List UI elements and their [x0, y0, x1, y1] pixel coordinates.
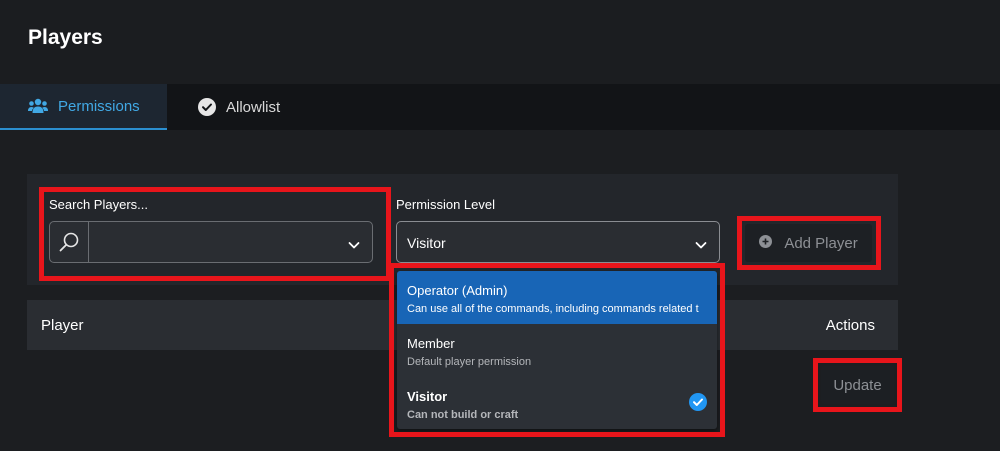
add-player-label: Add Player [784, 234, 858, 252]
search-input[interactable] [90, 222, 340, 262]
option-description: Default player permission [407, 356, 532, 368]
search-label: Search Players... [49, 197, 148, 212]
option-description: Can not build or craft [407, 409, 519, 421]
permission-level-dropdown: Operator (Admin) Can use all of the comm… [397, 271, 717, 429]
tabs-bar: Permissions Allowlist [0, 84, 1000, 130]
tab-allowlist[interactable]: Allowlist [198, 84, 280, 130]
search-combobox[interactable] [49, 221, 373, 263]
tab-allowlist-label: Allowlist [226, 98, 281, 116]
option-title: Visitor [407, 389, 448, 404]
update-button[interactable]: Update [821, 366, 894, 404]
option-visitor[interactable]: Visitor Can not build or craft [397, 377, 717, 429]
column-header-player: Player [41, 317, 84, 334]
chevron-down-icon[interactable] [348, 237, 360, 255]
option-title: Operator (Admin) [407, 283, 508, 298]
check-circle-icon [689, 393, 707, 416]
chevron-down-icon [695, 237, 707, 255]
option-title: Member [407, 336, 455, 351]
tab-permissions-label: Permissions [58, 97, 140, 115]
check-circle-icon [198, 98, 216, 116]
plus-circle-icon [759, 234, 773, 252]
add-player-button[interactable]: Add Player [745, 224, 872, 262]
option-operator[interactable]: Operator (Admin) Can use all of the comm… [397, 271, 717, 324]
page-title: Players [28, 26, 103, 49]
permission-level-select[interactable]: Visitor [396, 221, 720, 263]
permission-level-label: Permission Level [396, 197, 495, 212]
permission-level-value: Visitor [407, 235, 446, 251]
update-label: Update [833, 376, 882, 394]
search-icon [50, 222, 89, 262]
column-header-actions: Actions [825, 317, 875, 334]
page-header: Players [0, 0, 1000, 84]
users-icon [28, 98, 48, 114]
option-description: Can use all of the commands, including c… [407, 303, 699, 315]
option-member[interactable]: Member Default player permission [397, 324, 717, 377]
tab-permissions[interactable]: Permissions [0, 84, 167, 130]
